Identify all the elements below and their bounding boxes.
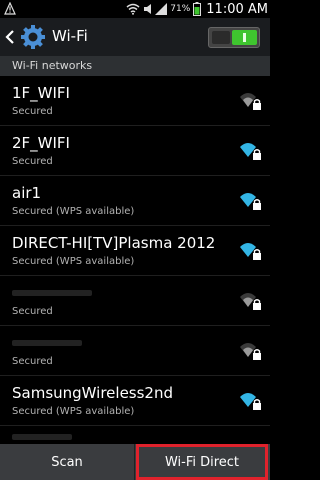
network-row[interactable]: DIRECT-HI[TV]Plasma 2012 Secured (WPS av… — [0, 226, 270, 276]
network-status: Secured — [12, 356, 53, 367]
obscured-name — [12, 290, 92, 296]
bottom-bar: Scan Wi-Fi Direct — [0, 444, 270, 480]
status-wifi-icon — [126, 3, 140, 15]
status-signal-icon — [155, 3, 168, 15]
scan-button[interactable]: Scan — [0, 444, 135, 480]
network-name: 1F_WIFI — [12, 84, 70, 102]
battery-percent: 71% — [170, 4, 191, 14]
status-bar: 71% 11:00 AM — [0, 0, 270, 18]
wifi-signal-locked-icon — [240, 93, 261, 110]
network-status: Secured — [12, 306, 53, 317]
network-name: 2F_WIFI — [12, 134, 70, 152]
network-row[interactable]: air1 Secured (WPS available) — [0, 176, 270, 226]
status-time: 11:00 AM — [206, 1, 268, 17]
wifi-signal-locked-icon — [240, 293, 261, 310]
section-header: Wi-Fi networks — [0, 56, 270, 76]
network-row[interactable]: Secured — [0, 326, 270, 376]
network-status: Secured — [12, 156, 53, 167]
wifi-signal-locked-icon — [240, 143, 261, 160]
wifi-signal-locked-icon — [240, 243, 261, 260]
network-row[interactable]: SamsungWireless2nd Secured (WPS availabl… — [0, 376, 270, 426]
gear-icon[interactable] — [20, 24, 46, 50]
network-status: Secured (WPS available) — [12, 256, 135, 267]
network-name: air1 — [12, 184, 42, 202]
toggle-off-area — [212, 31, 230, 44]
obscured-name — [12, 340, 82, 346]
section-label: Wi-Fi networks — [12, 59, 93, 72]
action-bar: Wi-Fi — [0, 18, 270, 56]
network-name: DIRECT-HI[TV]Plasma 2012 — [12, 234, 216, 252]
alert-icon — [4, 2, 16, 15]
network-status: Secured (WPS available) — [12, 206, 135, 217]
back-chevron-icon[interactable] — [5, 29, 15, 45]
wifi-signal-locked-icon — [240, 393, 261, 410]
network-row[interactable]: 1F_WIFI Secured — [0, 76, 270, 126]
battery-icon — [193, 2, 202, 16]
status-mute-icon — [144, 4, 152, 14]
network-row[interactable]: Secured — [0, 276, 270, 326]
wifi-signal-locked-icon — [240, 343, 261, 360]
network-row[interactable] — [0, 426, 270, 444]
wifi-toggle[interactable] — [208, 27, 260, 48]
network-status: Secured — [12, 106, 53, 117]
page-title: Wi-Fi — [52, 27, 88, 45]
toggle-on-knob — [232, 30, 257, 45]
wifi-signal-locked-icon — [240, 193, 261, 210]
network-status: Secured (WPS available) — [12, 406, 135, 417]
wifi-direct-button[interactable]: Wi-Fi Direct — [136, 444, 268, 480]
network-name: SamsungWireless2nd — [12, 384, 174, 402]
network-row[interactable]: 2F_WIFI Secured — [0, 126, 270, 176]
obscured-name — [12, 434, 72, 440]
status-indicators: 71% 11:00 AM — [126, 0, 268, 18]
